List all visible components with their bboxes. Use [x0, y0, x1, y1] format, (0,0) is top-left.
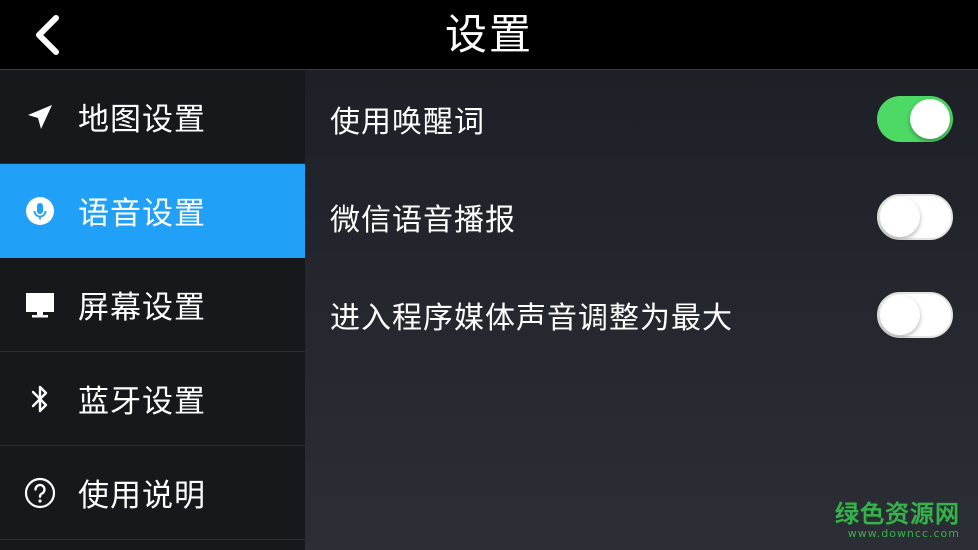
sidebar-item-voice-settings[interactable]: 语音设置 [0, 164, 305, 258]
watermark-url: www.downcc.com [847, 527, 960, 540]
watermark: 绿色资源网 www.downcc.com [835, 494, 960, 540]
wechat-voice-toggle[interactable] [877, 194, 953, 240]
microphone-icon [24, 195, 56, 227]
sidebar-item-label: 屏幕设置 [78, 290, 206, 326]
setting-label: 进入程序媒体声音调整为最大 [330, 301, 733, 336]
setting-row-wechat-voice: 微信语音播报 [305, 168, 978, 266]
sidebar-item-label: 使用说明 [78, 478, 206, 514]
chevron-left-icon [36, 15, 59, 55]
page-title: 设置 [444, 10, 533, 59]
setting-row-max-volume: 进入程序媒体声音调整为最大 [305, 266, 978, 364]
bluetooth-icon [24, 383, 56, 415]
setting-label: 微信语音播报 [330, 203, 516, 238]
help-circle-icon [24, 477, 56, 509]
setting-row-wake-word: 使用唤醒词 [305, 70, 978, 168]
settings-panel: 使用唤醒词 微信语音播报 进入程序媒体声音调整为最大 [305, 70, 978, 550]
sidebar-item-label: 语音设置 [78, 196, 206, 232]
toggle-knob [880, 295, 920, 335]
max-volume-toggle[interactable] [877, 292, 953, 338]
toggle-knob [880, 197, 920, 237]
sidebar: 地图设置 语音设置 屏幕设置 蓝牙设置 使用说明 [0, 70, 305, 550]
navigation-arrow-icon [24, 101, 56, 133]
sidebar-item-user-guide[interactable]: 使用说明 [0, 446, 305, 540]
monitor-icon [24, 289, 56, 321]
sidebar-item-map-settings[interactable]: 地图设置 [0, 70, 305, 164]
sidebar-item-bluetooth-settings[interactable]: 蓝牙设置 [0, 352, 305, 446]
sidebar-item-screen-settings[interactable]: 屏幕设置 [0, 258, 305, 352]
setting-label: 使用唤醒词 [330, 105, 485, 140]
toggle-knob [910, 99, 950, 139]
title-bar: 设置 [0, 0, 978, 70]
back-button[interactable] [22, 10, 72, 60]
wake-word-toggle[interactable] [877, 96, 953, 142]
sidebar-item-label: 蓝牙设置 [78, 384, 206, 420]
sidebar-item-label: 地图设置 [78, 102, 206, 138]
watermark-brand: 绿色资源网 [835, 500, 960, 528]
